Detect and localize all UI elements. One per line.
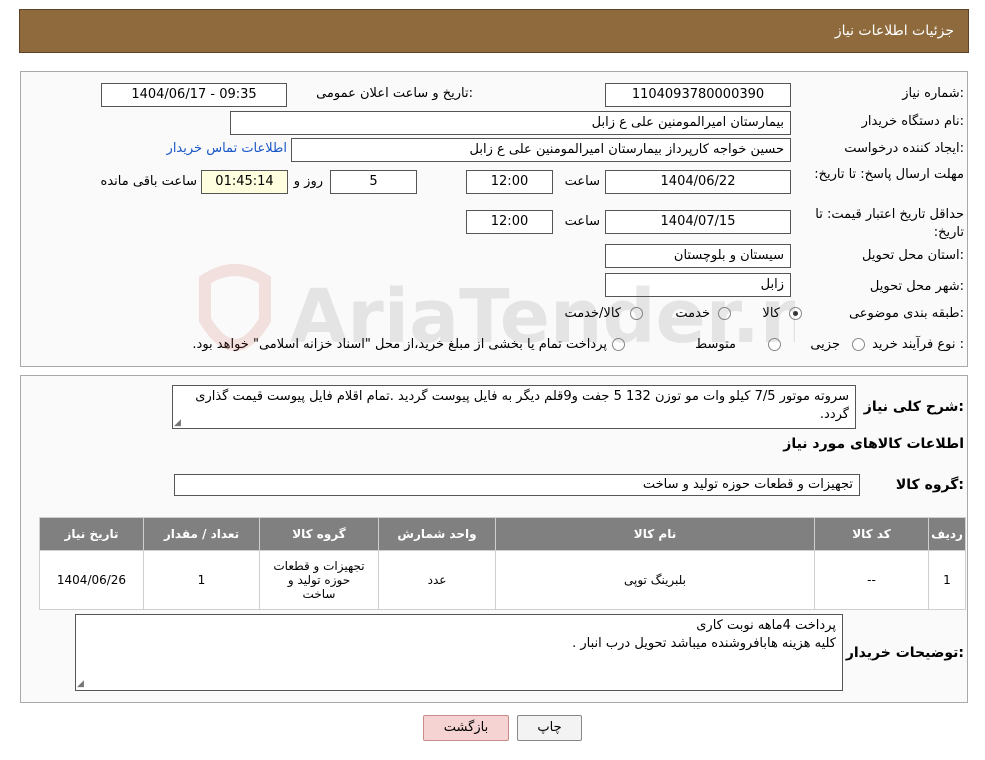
col-row-header: ردیف — [928, 517, 966, 551]
province-field: سیستان و بلوچستان — [605, 244, 791, 268]
announce-date-field: 1404/06/17 - 09:35 — [101, 83, 287, 107]
deadline-time-label: ساعت — [564, 174, 600, 189]
process-label: نوع فرآیند خرید : — [872, 337, 964, 352]
col-name-header: نام کالا — [495, 517, 815, 551]
col-group-header: گروه کالا — [259, 517, 379, 551]
col-code-header: کد کالا — [814, 517, 929, 551]
city-label: شهر محل تحویل: — [869, 279, 964, 294]
print-button[interactable]: چاپ — [517, 715, 582, 741]
page-header: جزئیات اطلاعات نیاز — [19, 9, 969, 53]
category-option-both: کالا/خدمت — [564, 306, 621, 321]
days-label: روز و — [293, 174, 323, 189]
description-text: سروته موتور 7/5 کیلو وات مو توزن 132 5 ج… — [195, 389, 849, 422]
need-number-label: شماره نیاز: — [902, 86, 964, 101]
remaining-label: ساعت باقی مانده — [100, 174, 197, 189]
validity-label: حداقل تاریخ اعتبار قیمت: تا تاریخ: — [815, 207, 964, 240]
category-radio-goods[interactable] — [789, 307, 802, 320]
cell-group: تجهیزات و قطعات حوزه تولید و ساخت — [259, 550, 379, 610]
creator-label: ایجاد کننده درخواست: — [844, 141, 964, 156]
buyer-notes-line-2: کلیه هزینه هابافروشنده میباشد تحویل درب … — [572, 636, 836, 651]
col-qty-header: تعداد / مقدار — [143, 517, 260, 551]
remaining-time-field: 01:45:14 — [201, 170, 288, 194]
process-radio-medium[interactable] — [768, 338, 781, 351]
validity-time-label: ساعت — [564, 214, 600, 229]
process-option-medium: متوسط — [695, 337, 736, 352]
category-radio-service[interactable] — [718, 307, 731, 320]
cell-unit: عدد — [378, 550, 496, 610]
buyer-notes-line-1: پرداخت 4ماهه نوبت کاری — [696, 618, 836, 633]
category-option-service: خدمت — [675, 306, 710, 321]
deadline-label: مهلت ارسال پاسخ: تا تاریخ: — [814, 167, 964, 182]
process-option-minor: جزیی — [810, 337, 840, 352]
buyer-org-label: نام دستگاه خریدار: — [861, 114, 964, 129]
items-table: ردیف کد کالا نام کالا واحد شمارش گروه کا… — [39, 517, 966, 610]
deadline-time-field: 12:00 — [466, 170, 553, 194]
resize-handle-icon[interactable]: ◢ — [174, 419, 182, 428]
back-button[interactable]: بازگشت — [423, 715, 509, 741]
goods-group-label: گروه کالا: — [895, 477, 964, 493]
table-header-row: ردیف کد کالا نام کالا واحد شمارش گروه کا… — [39, 517, 966, 551]
need-number-field: 1104093780000390 — [605, 83, 791, 107]
buyer-notes-textarea[interactable]: پرداخت 4ماهه نوبت کاری کلیه هزینه هابافر… — [75, 614, 843, 691]
category-radio-both[interactable] — [630, 307, 643, 320]
table-row: 1 -- بلبرینگ توپی عدد تجهیزات و قطعات حو… — [39, 550, 966, 610]
cell-name: بلبرینگ توپی — [495, 550, 815, 610]
province-label: استان محل تحویل: — [862, 248, 964, 263]
creator-field: حسین خواجه کارپرداز بیمارستان امیرالمومن… — [291, 138, 791, 162]
buyer-notes-label: توضیحات خریدار: — [845, 645, 964, 661]
process-radio-minor[interactable] — [852, 338, 865, 351]
deadline-date-field: 1404/06/22 — [605, 170, 791, 194]
process-note: پرداخت تمام یا بخشی از مبلغ خرید،از محل … — [192, 337, 607, 352]
goods-group-field: تجهیزات و قطعات حوزه تولید و ساخت — [174, 474, 860, 496]
buyer-org-field: بیمارستان امیرالمومنین علی ع زابل — [230, 111, 791, 135]
process-radio-treasury[interactable] — [612, 338, 625, 351]
cell-code: -- — [814, 550, 929, 610]
validity-date-field: 1404/07/15 — [605, 210, 791, 234]
category-label: طبقه بندی موضوعی: — [848, 306, 964, 321]
cell-date: 1404/06/26 — [39, 550, 144, 610]
category-option-goods: کالا — [762, 306, 780, 321]
resize-handle-icon[interactable]: ◢ — [77, 680, 85, 689]
col-date-header: تاریخ نیاز — [39, 517, 144, 551]
validity-time-field: 12:00 — [466, 210, 553, 234]
goods-section-title: اطلاعات کالاهای مورد نیاز — [783, 436, 964, 452]
cell-qty: 1 — [143, 550, 260, 610]
description-label: شرح کلی نیاز: — [863, 399, 964, 415]
cell-row: 1 — [928, 550, 966, 610]
buyer-contact-link[interactable]: اطلاعات تماس خریدار — [167, 141, 287, 156]
days-field: 5 — [330, 170, 417, 194]
city-field: زابل — [605, 273, 791, 297]
description-textarea[interactable]: سروته موتور 7/5 کیلو وات مو توزن 132 5 ج… — [172, 385, 856, 429]
col-unit-header: واحد شمارش — [378, 517, 496, 551]
announce-date-label: تاریخ و ساعت اعلان عمومی: — [316, 86, 473, 101]
page-title: جزئیات اطلاعات نیاز — [834, 23, 954, 39]
